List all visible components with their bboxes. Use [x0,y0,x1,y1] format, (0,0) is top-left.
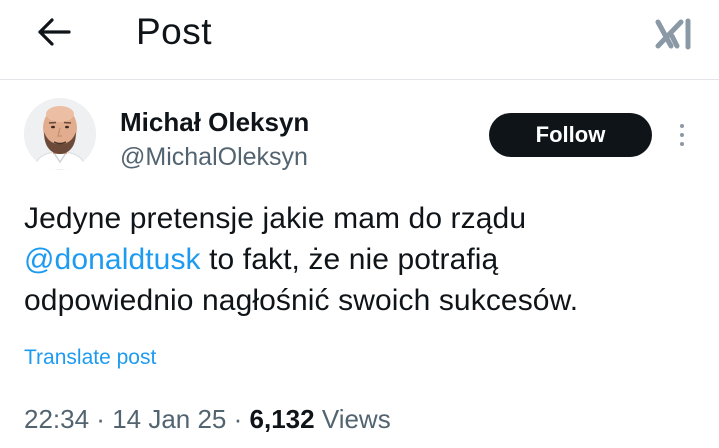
arrow-left-icon [38,18,71,46]
post-screen: Post Michał Oleksyn @MichalOleksyn Follo… [0,0,719,448]
meta-separator: · [89,404,113,434]
more-vertical-icon [680,124,684,128]
views-count: 6,132 [249,404,315,434]
author-name[interactable]: Michał Oleksyn [120,107,309,137]
views-label: Views [314,404,391,434]
post-text: Jedyne pretensje jakie mam do rządu @don… [24,198,704,321]
post-text-line: odpowiednio nagłośnić swoich sukcesów. [24,284,579,317]
top-bar: Post [0,0,719,80]
more-options-button[interactable] [668,118,696,152]
mention-link[interactable]: @donaldtusk [24,243,201,276]
more-vertical-icon-dot [680,142,684,146]
back-button[interactable] [32,10,76,54]
post-date[interactable]: 14 Jan 25 [112,404,226,434]
post-text-line: Jedyne pretensje jakie mam do rządu [24,202,527,235]
grok-button[interactable] [652,12,696,56]
meta-separator: · [226,404,250,434]
post-time[interactable]: 22:34 [24,404,89,434]
profile-photo [24,98,96,170]
avatar[interactable] [24,98,96,170]
post-meta: 22:34 · 14 Jan 25 · 6,132 Views [24,402,391,436]
more-vertical-icon-dot [680,133,684,137]
grok-icon [655,18,691,50]
post-text-line: @donaldtusk to fakt, że nie potrafią [24,239,704,280]
post-text-fragment: to fakt, że nie potrafią [200,243,499,276]
follow-button[interactable]: Follow [489,113,652,157]
translate-post-link[interactable]: Translate post [24,344,156,372]
author-handle[interactable]: @MichalOleksyn [120,142,308,172]
page-title: Post [136,11,213,52]
